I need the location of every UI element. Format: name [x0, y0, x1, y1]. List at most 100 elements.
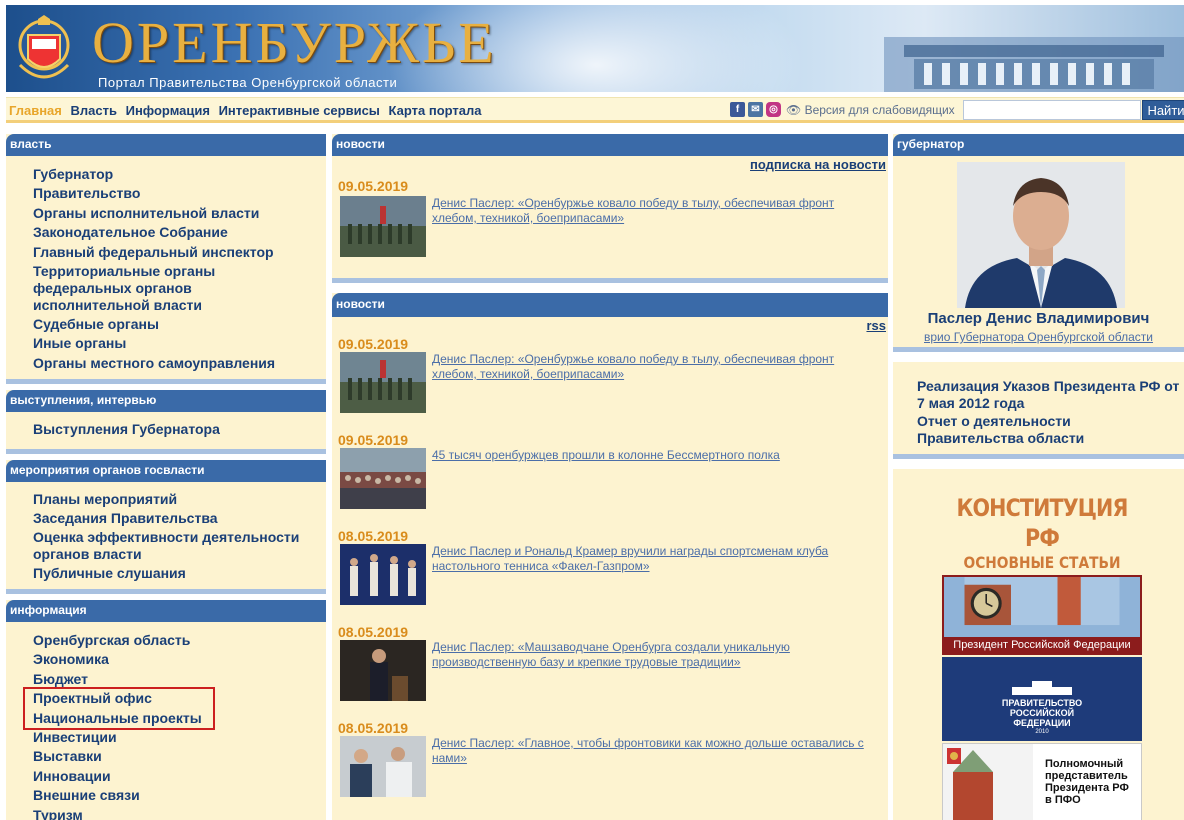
gov-banner-line2: РОССИЙСКОЙ [1009, 708, 1075, 718]
governor-photo[interactable] [957, 162, 1125, 308]
news-column: новости подписка на новости 09.05.2019 Д… [332, 134, 888, 820]
news-link[interactable]: Денис Паслер: «Главное, чтобы фронтовики… [432, 736, 882, 766]
banners-panel: КОНСТИТУЦИЯ РФ ОСНОВНЫЕ СТАТЬИ Президент… [893, 469, 1184, 820]
menu-item-government[interactable]: Правительство [33, 184, 326, 203]
news-main-title: новости [332, 293, 888, 317]
menu-item-governor[interactable]: Губернатор [33, 165, 326, 184]
nav-item-info[interactable]: Информация [126, 103, 210, 118]
news-link[interactable]: Денис Паслер и Рональд Крамер вручили на… [432, 544, 882, 574]
envoy-line2: представитель [1045, 770, 1128, 782]
vk-icon[interactable]: ✉ [748, 102, 763, 117]
news-date: 09.05.2019 [338, 432, 409, 448]
info-panel-title: информация [6, 599, 326, 622]
gov-banner-year: 2010 [1035, 729, 1049, 735]
gov-banner-line3: ФЕДЕРАЦИИ [1013, 718, 1071, 728]
news-thumbnail-image[interactable] [340, 736, 426, 797]
news-thumbnail-image[interactable] [340, 196, 426, 257]
menu-item-efficiency[interactable]: Оценка эффективности деятельности органо… [33, 528, 313, 564]
search-button[interactable]: Найти [1142, 100, 1184, 120]
news-thumbnail-image[interactable] [340, 352, 426, 413]
constitution-banner[interactable]: КОНСТИТУЦИЯ РФ ОСНОВНЫЕ СТАТЬИ [942, 485, 1142, 573]
news-item: 09.05.2019 45 тысяч оренбуржцев прошли в… [336, 431, 884, 527]
envoy-line4: в ПФО [1045, 794, 1081, 806]
menu-item-executive[interactable]: Органы исполнительной власти [33, 204, 326, 223]
envoy-line3: Президента РФ [1045, 782, 1129, 794]
news-thumbnail-image[interactable] [340, 640, 426, 701]
president-banner-label: Президент Российской Федерации [944, 637, 1140, 653]
news-link[interactable]: 45 тысяч оренбуржцев прошли в колонне Бе… [432, 448, 882, 463]
news-link[interactable]: Денис Паслер: «Оренбуржье ковало победу … [432, 352, 882, 382]
activity-report-link[interactable]: Отчет о деятельности Правительства облас… [893, 413, 1184, 447]
news-link[interactable]: Денис Паслер: «Машзаводчане Оренбурга со… [432, 640, 882, 670]
speeches-panel: выступления, интервью Выступления Губерн… [6, 390, 326, 454]
menu-item-tourism[interactable]: Туризм [33, 806, 326, 820]
menu-item-region[interactable]: Оренбургская область [33, 631, 326, 650]
governor-name[interactable]: Паслер Денис Владимирович [893, 310, 1184, 327]
menu-item-budget[interactable]: Бюджет [33, 670, 326, 689]
menu-item-national-projects[interactable]: Национальные проекты [33, 709, 213, 728]
news-date: 08.05.2019 [338, 528, 409, 544]
reports-panel: Реализация Указов Президента РФ от 7 мая… [893, 362, 1184, 459]
instagram-icon[interactable]: ◎ [766, 102, 781, 117]
vlast-panel-title: власть [6, 134, 326, 156]
search-input[interactable] [963, 100, 1141, 120]
menu-item-legislature[interactable]: Законодательное Собрание [33, 223, 326, 242]
governor-post[interactable]: врио Губернатора Оренбургской области [893, 330, 1184, 344]
nav-item-services[interactable]: Интерактивные сервисы [219, 103, 380, 118]
main-nav: Главная Власть Информация Интерактивные … [6, 97, 1184, 123]
menu-item-innovations[interactable]: Инновации [33, 767, 326, 786]
menu-item-public-hearings[interactable]: Публичные слушания [33, 564, 326, 583]
news-link[interactable]: Денис Паслер: «Оренбуржье ковало победу … [432, 196, 882, 226]
info-panel: информация Оренбургская область Экономик… [6, 599, 326, 820]
news-item: 08.05.2019 Денис Паслер и Рональд Крамер… [336, 527, 884, 623]
nav-item-sitemap[interactable]: Карта портала [389, 103, 482, 118]
news-item: 09.05.2019 Денис Паслер: «Оренбуржье ков… [336, 335, 884, 431]
envoy-banner[interactable]: Полномочный представитель Президента РФ … [942, 743, 1142, 820]
envoy-line1: Полномочный [1045, 758, 1124, 770]
news-date: 09.05.2019 [338, 178, 409, 194]
constitution-line2: ОСНОВНЫЕ СТАТЬИ [963, 553, 1121, 572]
news-thumbnail-image[interactable] [340, 448, 426, 509]
news-date: 09.05.2019 [338, 336, 409, 352]
news-item: 09.05.2019 Денис Паслер: «Оренбуржье ков… [336, 174, 884, 270]
menu-item-economy[interactable]: Экономика [33, 650, 326, 669]
menu-item-project-office[interactable]: Проектный офис [33, 689, 213, 708]
constitution-line1: КОНСТИТУЦИЯ РФ [956, 494, 1128, 552]
subscribe-link[interactable]: подписка на новости [332, 156, 888, 174]
rss-link[interactable]: rss [332, 317, 888, 335]
low-vision-link[interactable]: 👁 Версия для слабовидящих [786, 103, 955, 117]
site-subtitle: Портал Правительства Оренбургской област… [98, 75, 398, 90]
menu-item-governor-speeches[interactable]: Выступления Губернатора [33, 420, 326, 439]
nav-item-vlast[interactable]: Власть [71, 103, 117, 118]
menu-item-investments[interactable]: Инвестиции [33, 728, 326, 747]
news-item: 08.05.2019 Денис Паслер: «Главное, чтобы… [336, 719, 884, 815]
menu-item-federal-inspector[interactable]: Главный федеральный инспектор [33, 243, 326, 262]
menu-item-territorial-bodies[interactable]: Территориальные органы федеральных орган… [33, 262, 303, 315]
menu-item-exhibitions[interactable]: Выставки [33, 747, 326, 766]
menu-item-local-gov[interactable]: Органы местного самоуправления [33, 354, 326, 373]
news-main-panel: новости rss 09.05.2019 Денис Паслер: «Ор… [332, 293, 888, 820]
oblast-coat-of-arms-icon[interactable] [16, 15, 72, 85]
facebook-icon[interactable]: f [730, 102, 745, 117]
right-sidebar: губернатор Паслер Денис Владимирович ври… [893, 134, 1184, 820]
menu-item-other-bodies[interactable]: Иные органы [33, 334, 326, 353]
low-vision-label: Версия для слабовидящих [804, 103, 955, 117]
news-thumbnail-image[interactable] [340, 544, 426, 605]
eye-icon: 👁 [786, 103, 805, 117]
president-banner[interactable]: Президент Российской Федерации [942, 575, 1142, 655]
site-title[interactable]: ОРЕНБУРЖЬЕ [92, 13, 497, 73]
vlast-panel: власть Губернатор Правительство Органы и… [6, 134, 326, 385]
menu-item-event-plans[interactable]: Планы мероприятий [33, 490, 326, 509]
speeches-panel-title: выступления, интервью [6, 390, 326, 413]
gov-building-icon [1012, 681, 1072, 695]
nav-item-home[interactable]: Главная [9, 103, 62, 118]
news-top-panel: новости подписка на новости 09.05.2019 Д… [332, 134, 888, 283]
decrees-link[interactable]: Реализация Указов Президента РФ от 7 мая… [893, 378, 1184, 412]
menu-item-foreign-relations[interactable]: Внешние связи [33, 786, 326, 805]
government-building-image [884, 37, 1184, 92]
menu-item-courts[interactable]: Судебные органы [33, 315, 326, 334]
menu-item-gov-sessions[interactable]: Заседания Правительства [33, 509, 326, 528]
gov-rf-banner[interactable]: ПРАВИТЕЛЬСТВО РОССИЙСКОЙ ФЕДЕРАЦИИ 2010 [942, 657, 1142, 741]
events-panel-title: мероприятия органов госвласти [6, 459, 326, 482]
site-header: ОРЕНБУРЖЬЕ Портал Правительства Оренбург… [6, 5, 1184, 92]
